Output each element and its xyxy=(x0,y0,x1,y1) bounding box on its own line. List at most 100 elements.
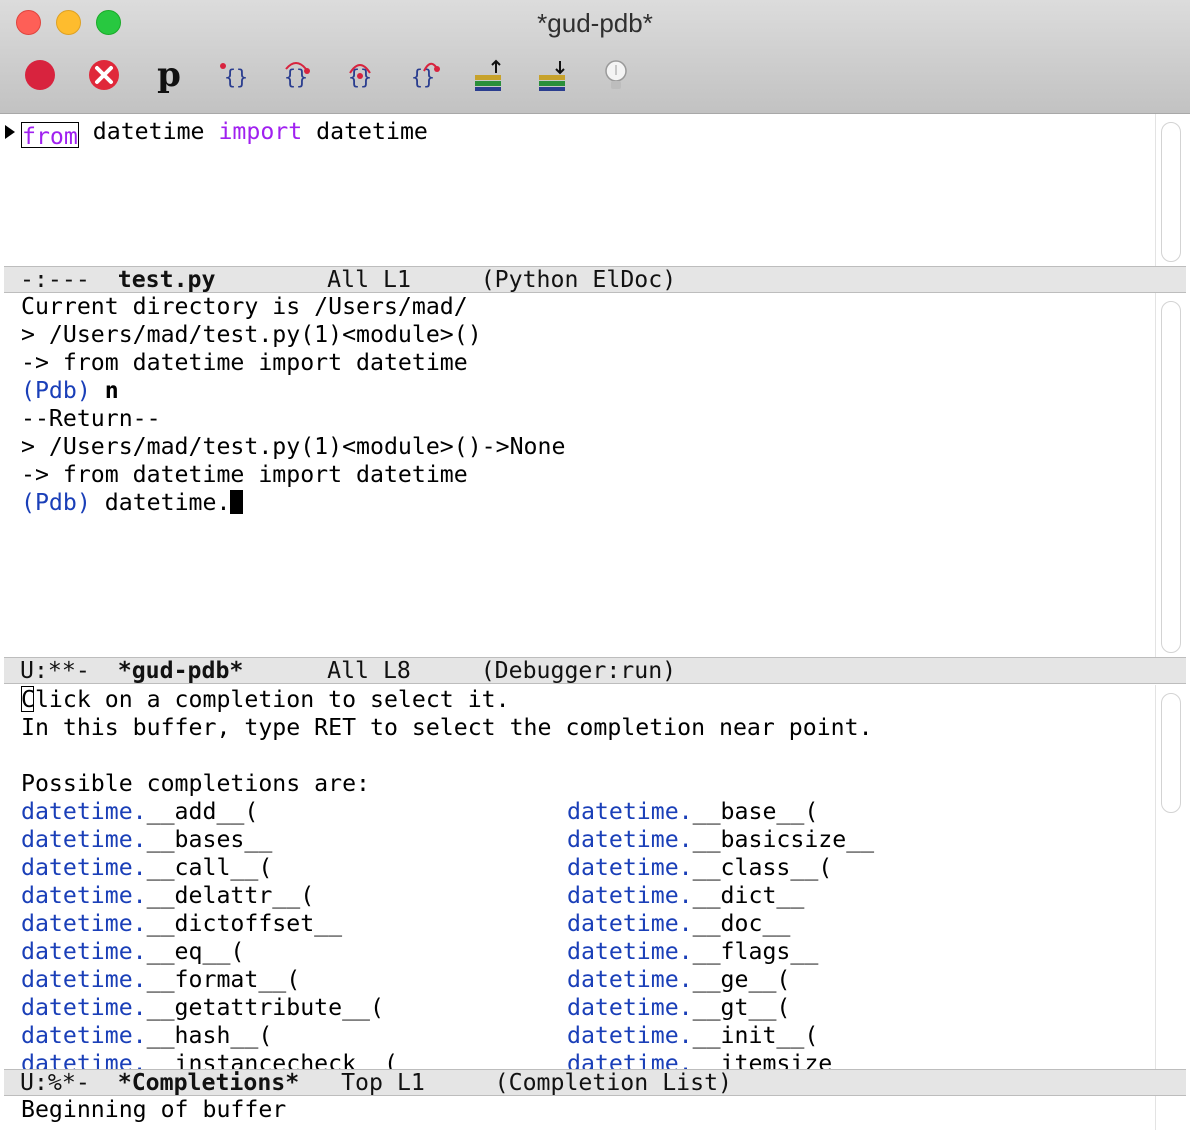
source-text: datetime xyxy=(78,118,219,145)
keyword-import: import xyxy=(218,118,303,145)
toolbar-help-button[interactable] xyxy=(593,52,639,98)
source-scrollbar[interactable] xyxy=(1161,122,1181,262)
source-line-1: from datetime import datetime xyxy=(21,118,428,150)
completion-item[interactable]: datetime.__doc__ xyxy=(567,910,790,938)
gud-scrollbar[interactable] xyxy=(1161,301,1181,653)
modeline-position: All L8 xyxy=(243,657,481,684)
completion-suffix: __delattr__( xyxy=(146,882,315,909)
toolbar-stop-button[interactable] xyxy=(17,52,63,98)
print-p-icon: p xyxy=(157,55,181,95)
completion-suffix: __format__( xyxy=(146,966,301,993)
step-icon: {} xyxy=(220,63,248,89)
completion-item[interactable]: datetime.__eq__( xyxy=(21,938,244,966)
completion-suffix: __ge__( xyxy=(692,966,791,993)
gud-pane[interactable]: Current directory is /Users/mad/ > /User… xyxy=(0,293,1190,657)
completion-item[interactable]: datetime.__call__( xyxy=(21,854,272,882)
completion-prefix: datetime. xyxy=(21,938,147,965)
completion-prefix: datetime. xyxy=(21,854,147,881)
modeline-mode: (Completion List) xyxy=(494,1069,732,1096)
window-title: *gud-pdb* xyxy=(537,8,653,38)
modeline-position: All L1 xyxy=(215,266,481,293)
modeline-flags: -:--- xyxy=(20,266,118,293)
toolbar-print-button[interactable]: p xyxy=(146,52,192,98)
modeline-mode: (Debugger:run) xyxy=(480,657,677,684)
completion-suffix: __itemsize__ xyxy=(692,1050,861,1069)
completion-prefix: datetime. xyxy=(567,882,693,909)
completion-item[interactable]: datetime.__class__( xyxy=(567,854,832,882)
toolbar-up-stack-button[interactable] xyxy=(465,52,511,98)
completion-suffix: __getattribute__( xyxy=(146,994,384,1021)
gud-line: --Return-- xyxy=(21,405,161,432)
current-line-arrow-icon xyxy=(5,125,15,139)
point-cursor: from xyxy=(21,122,79,150)
completion-suffix: __dict__ xyxy=(692,882,805,909)
completion-item[interactable]: datetime.__dictoffset__ xyxy=(21,910,342,938)
toolbar-kill-button[interactable] xyxy=(81,52,127,98)
completion-item[interactable]: datetime.__dict__ xyxy=(567,882,804,910)
help-text: Click on a completion to select it. xyxy=(21,686,510,713)
gud-line: > /Users/mad/test.py(1)<module>() xyxy=(21,321,482,348)
completion-suffix: __basicsize__ xyxy=(692,826,875,853)
completion-suffix: __init__( xyxy=(692,1022,819,1049)
svg-text:{}: {} xyxy=(411,65,435,89)
completion-item[interactable]: datetime.__ge__( xyxy=(567,966,790,994)
toolbar-finish-button[interactable]: {} xyxy=(401,52,447,98)
completion-item[interactable]: datetime.__hash__( xyxy=(21,1022,272,1050)
gud-input-line[interactable]: (Pdb) datetime. xyxy=(21,489,244,517)
completions-scrollbar[interactable] xyxy=(1161,693,1181,813)
completion-item[interactable]: datetime.__getattribute__( xyxy=(21,994,384,1022)
gud-prompt-line: (Pdb) n xyxy=(21,377,119,405)
completion-prefix: datetime. xyxy=(567,966,693,993)
completions-heading: Possible completions are: xyxy=(21,770,371,797)
completion-prefix: datetime. xyxy=(21,910,147,937)
stop-icon xyxy=(25,60,55,90)
completions-mode-line: U:%*- *Completions* Top L1 (Completion L… xyxy=(4,1069,1186,1096)
completion-item[interactable]: datetime.__bases__ xyxy=(21,826,272,854)
completion-suffix: __dictoffset__ xyxy=(146,910,343,937)
source-pane[interactable]: from datetime import datetime xyxy=(0,114,1190,266)
source-text: datetime xyxy=(302,118,428,145)
completion-item[interactable]: datetime.__instancecheck__( xyxy=(21,1050,398,1069)
completion-item[interactable]: datetime.__flags__ xyxy=(567,938,818,966)
modeline-flags: U:**- xyxy=(20,657,118,684)
completion-item[interactable]: datetime.__base__( xyxy=(567,798,818,826)
completion-item[interactable]: datetime.__itemsize__ xyxy=(567,1050,860,1069)
help-icon xyxy=(605,60,627,89)
pdb-input[interactable]: datetime. xyxy=(91,489,231,516)
completion-suffix: __add__( xyxy=(146,798,259,825)
completion-prefix: datetime. xyxy=(567,826,693,853)
up-icon: {} xyxy=(348,64,372,89)
completion-prefix: datetime. xyxy=(21,994,147,1021)
pdb-command: n xyxy=(90,377,119,404)
toolbar-down-stack-button[interactable] xyxy=(529,52,575,98)
completion-suffix: __doc__ xyxy=(692,910,791,937)
pdb-prompt: (Pdb) xyxy=(21,377,91,404)
completion-suffix: __gt__( xyxy=(692,994,791,1021)
emacs-window: *gud-pdb* p {} {} {} {} xyxy=(0,0,1190,1130)
toolbar-up-button[interactable]: {} xyxy=(337,52,383,98)
text-cursor xyxy=(230,490,244,514)
completion-item[interactable]: datetime.__format__( xyxy=(21,966,300,994)
completion-item[interactable]: datetime.__gt__( xyxy=(567,994,790,1022)
gud-line: -> from datetime import datetime xyxy=(21,349,468,376)
gud-line: > /Users/mad/test.py(1)<module>()->None xyxy=(21,433,566,460)
completion-suffix: __eq__( xyxy=(146,938,245,965)
completion-prefix: datetime. xyxy=(567,798,693,825)
finish-icon: {} xyxy=(411,62,440,89)
completion-item[interactable]: datetime.__basicsize__ xyxy=(567,826,874,854)
completions-pane[interactable]: Click on a completion to select it. In t… xyxy=(0,685,1190,1069)
completion-prefix: datetime. xyxy=(567,994,693,1021)
completion-item[interactable]: datetime.__init__( xyxy=(567,1022,818,1050)
modeline-flags: U:%*- xyxy=(20,1069,118,1096)
completion-item[interactable]: datetime.__delattr__( xyxy=(21,882,314,910)
keyword-from: from xyxy=(22,123,78,150)
window-divider xyxy=(1155,685,1156,1069)
toolbar-step-button[interactable]: {} xyxy=(210,52,256,98)
completion-suffix: __call__( xyxy=(146,854,273,881)
toolbar-next-button[interactable]: {} xyxy=(273,52,319,98)
modeline-buffer-name: *gud-pdb* xyxy=(117,657,244,684)
completion-prefix: datetime. xyxy=(567,854,693,881)
completion-prefix: datetime. xyxy=(567,938,693,965)
completion-item[interactable]: datetime.__add__( xyxy=(21,798,258,826)
help-text: In this buffer, type RET to select the c… xyxy=(21,714,873,741)
